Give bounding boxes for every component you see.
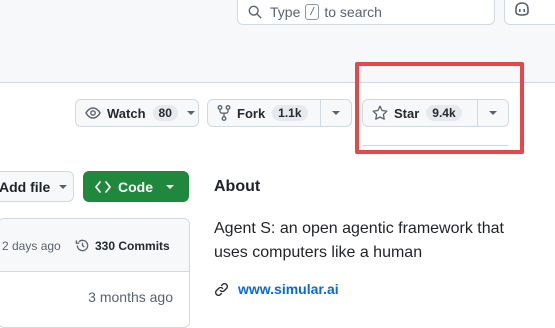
search-input[interactable]: Type / to search bbox=[237, 0, 495, 25]
eye-icon bbox=[85, 105, 101, 121]
watch-button[interactable]: Watch 80 bbox=[75, 99, 199, 127]
link-icon bbox=[214, 282, 229, 297]
website-link[interactable]: www.simular.ai bbox=[214, 281, 339, 297]
add-file-label: Add file bbox=[0, 178, 51, 195]
chevron-down-icon bbox=[165, 184, 175, 190]
fork-dropdown[interactable] bbox=[320, 100, 351, 126]
code-button[interactable]: Code bbox=[83, 171, 189, 202]
watch-count: 80 bbox=[152, 105, 178, 121]
last-commit-time: 2 days ago bbox=[2, 239, 61, 253]
add-file-button[interactable]: Add file bbox=[0, 171, 74, 202]
code-label: Code bbox=[118, 178, 153, 195]
history-icon bbox=[75, 238, 90, 253]
about-description: Agent S: an open agentic framework that … bbox=[214, 220, 504, 261]
file-list-panel: 2 days ago 330 Commits 3 months ago bbox=[0, 218, 190, 328]
copilot-icon bbox=[513, 1, 531, 22]
chevron-down-icon bbox=[331, 110, 341, 116]
about-heading: About bbox=[214, 178, 261, 195]
search-shortcut-key: / bbox=[305, 3, 320, 20]
highlight-box bbox=[355, 62, 524, 154]
search-placeholder-suffix: to search bbox=[324, 3, 382, 20]
watch-label: Watch bbox=[107, 105, 146, 121]
website-link-label: www.simular.ai bbox=[238, 281, 339, 297]
search-icon bbox=[248, 5, 262, 19]
fork-count: 1.1k bbox=[272, 105, 308, 121]
commits-label: 330 Commits bbox=[95, 238, 170, 253]
file-updated-time: 3 months ago bbox=[88, 289, 173, 305]
chevron-down-icon bbox=[186, 110, 196, 116]
commits-link[interactable]: 330 Commits bbox=[75, 238, 170, 253]
fork-icon bbox=[217, 105, 231, 121]
search-placeholder-prefix: Type bbox=[270, 3, 301, 20]
copilot-button[interactable] bbox=[504, 0, 555, 25]
fork-label: Fork bbox=[237, 105, 266, 121]
latest-commit-row: 2 days ago 330 Commits bbox=[0, 219, 189, 272]
fork-button[interactable]: Fork 1.1k bbox=[207, 99, 352, 127]
chevron-down-icon bbox=[58, 184, 68, 190]
code-icon bbox=[95, 180, 111, 193]
